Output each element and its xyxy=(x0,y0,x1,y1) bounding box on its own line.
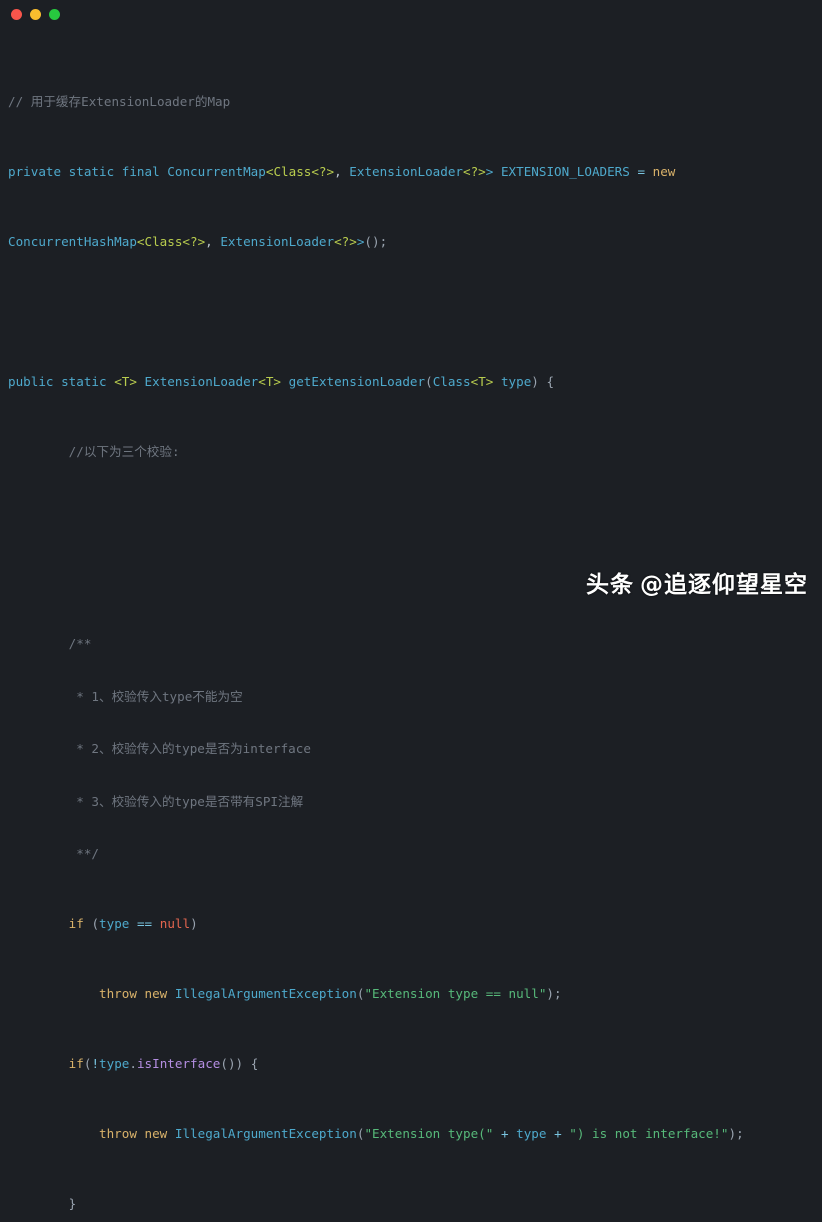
watermark-handle: @追逐仰望星空 xyxy=(640,572,808,598)
window-titlebar xyxy=(0,0,822,28)
code-block[interactable]: // 用于缓存ExtensionLoader的Map private stati… xyxy=(0,28,822,1222)
code-line: ConcurrentHashMap<Class<?>, ExtensionLoa… xyxy=(8,233,388,249)
code-line: * 2、校验传入的type是否为interface xyxy=(8,741,311,756)
watermark-brand: 头条 xyxy=(586,572,634,598)
watermark: 头条 @追逐仰望星空 xyxy=(586,565,808,599)
code-line: **/ xyxy=(8,846,99,861)
code-line: //以下为三个校验: xyxy=(8,443,180,459)
code-line: public static <T> ExtensionLoader<T> get… xyxy=(8,373,555,389)
code-line: * 3、校验传入的type是否带有SPI注解 xyxy=(8,793,304,809)
maximize-button[interactable] xyxy=(49,8,60,20)
minimize-button[interactable] xyxy=(30,8,41,20)
code-line: } xyxy=(8,1196,77,1211)
code-line: private static final ConcurrentMap<Class… xyxy=(8,163,676,179)
code-line: throw new IllegalArgumentException("Exte… xyxy=(99,1126,744,1141)
code-line: /** xyxy=(8,636,92,651)
code-line: if(!type.isInterface()) { xyxy=(68,1056,259,1071)
code-line: * 1、校验传入type不能为空 xyxy=(8,688,243,704)
code-snippet-window: // 用于缓存ExtensionLoader的Map private stati… xyxy=(0,0,822,1211)
code-line: // 用于缓存ExtensionLoader的Map xyxy=(8,93,231,109)
close-button[interactable] xyxy=(11,8,22,20)
code-line: if (type == null) xyxy=(68,916,198,931)
code-line: throw new IllegalArgumentException("Exte… xyxy=(99,986,562,1001)
